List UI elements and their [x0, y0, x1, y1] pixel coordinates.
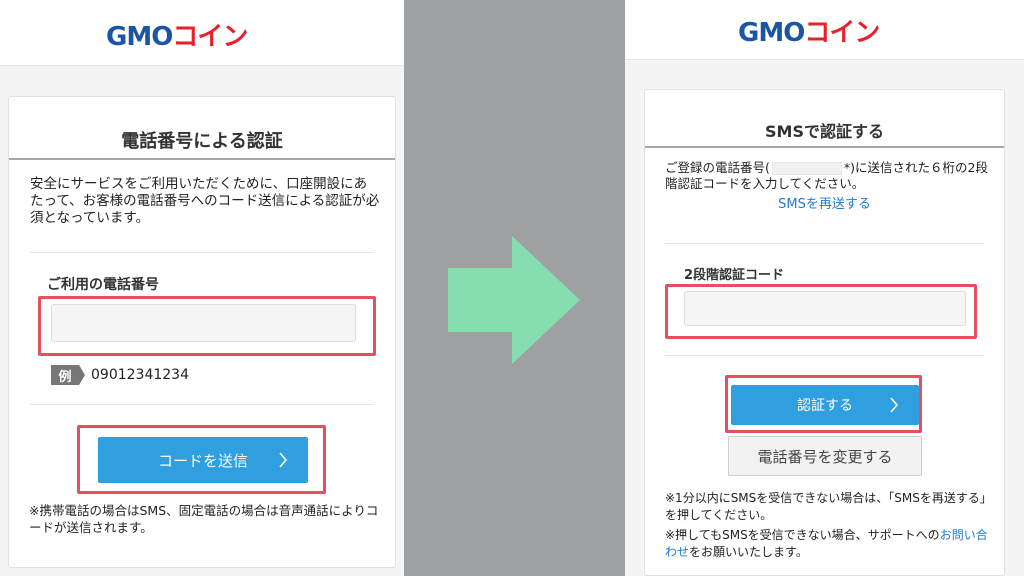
logo-coin-text: コイン: [172, 22, 248, 52]
phone-label: ご利用の電話番号: [47, 277, 159, 293]
send-button-highlight: [77, 425, 326, 494]
support-note-end: をお願いいたします。: [689, 545, 808, 559]
intro-text: 安全にサービスをご利用いただくために、口座開設にあたって、お客様の電話番号へのコ…: [30, 176, 380, 226]
flow-arrow-icon: [448, 236, 580, 364]
title-divider: [9, 158, 395, 160]
intro-text-start: ご登録の電話番号(: [665, 160, 770, 175]
intro-text: ご登録の電話番号(*)に送信された６桁の2段階認証コードを入力してください。: [665, 160, 995, 192]
example-badge: 例: [51, 365, 85, 385]
example-value: 09012341234: [91, 367, 189, 383]
resend-sms-link[interactable]: SMSを再送する: [645, 196, 1004, 213]
brand-header: GMOコイン: [0, 0, 404, 66]
sms-verify-screen: GMOコイン SMSで認証する ご登録の電話番号(*)に送信された６桁の2段階認…: [625, 0, 1024, 576]
phone-entry-screen: GMOコイン 電話番号による認証 安全にサービスをご利用いただくために、口座開設…: [0, 0, 404, 576]
page-title: 電話番号による認証: [121, 131, 283, 152]
section-divider: [30, 252, 374, 253]
section-divider: [30, 404, 374, 405]
code-input-highlight: [665, 284, 977, 339]
logo-gmo-text: GMO: [106, 22, 173, 52]
title-divider: [645, 146, 1004, 148]
logo-gmo-text: GMO: [738, 18, 805, 48]
send-footnote: ※携帯電話の場合はSMS、固定電話の場合は音声通話によりコードが送信されます。: [29, 503, 379, 535]
code-label: 2段階認証コード: [684, 268, 785, 283]
section-divider: [665, 243, 984, 244]
change-phone-button[interactable]: 電話番号を変更する: [728, 436, 922, 476]
masked-phone: [771, 162, 842, 175]
resend-note: ※1分以内にSMSを受信できない場合は、「SMSを再送する」を押してください。: [665, 491, 992, 522]
gmo-coin-logo: GMOコイン: [738, 12, 880, 49]
verify-button-highlight: [725, 375, 922, 433]
gmo-coin-logo: GMOコイン: [106, 16, 248, 53]
logo-coin-text: コイン: [804, 18, 880, 48]
brand-header: GMOコイン: [625, 0, 1024, 60]
support-note-start: ※押してもSMSを受信できない場合、サポートへの: [665, 528, 940, 542]
section-divider: [665, 355, 984, 356]
support-note: ※押してもSMSを受信できない場合、サポートへのお問い合わせをお願いいたします。: [665, 527, 995, 561]
phone-input-highlight: [38, 296, 376, 356]
page-title: SMSで認証する: [765, 122, 884, 141]
